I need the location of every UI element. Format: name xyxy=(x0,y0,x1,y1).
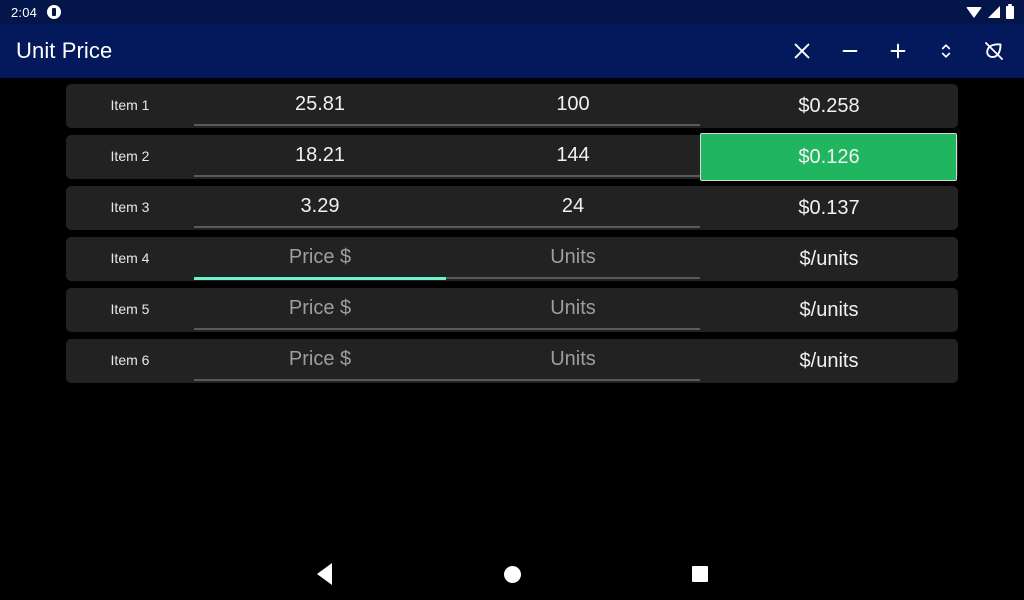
price-value: 3.29 xyxy=(300,194,340,217)
unit-price-result: $/units xyxy=(700,237,958,281)
units-placeholder: Units xyxy=(550,296,596,319)
plus-icon xyxy=(887,40,909,62)
price-input[interactable]: Price $ xyxy=(194,288,446,332)
table-row: Item 5 Price $ Units $/units xyxy=(66,288,958,332)
units-input[interactable]: Units xyxy=(446,339,700,383)
price-input-underline xyxy=(194,328,446,330)
price-input[interactable]: Price $ xyxy=(194,339,446,383)
units-value: 24 xyxy=(561,194,585,217)
units-input[interactable]: 100 xyxy=(446,84,700,128)
unit-price-value: $0.137 xyxy=(798,197,860,219)
sort-button[interactable] xyxy=(922,27,970,75)
price-input-underline xyxy=(194,379,446,381)
price-placeholder: Price $ xyxy=(288,347,352,370)
price-input-underline xyxy=(194,175,446,177)
price-input[interactable]: 18.21 xyxy=(194,135,446,179)
price-input[interactable]: 25.81 xyxy=(194,84,446,128)
table-row: Item 2 18.21 144 $0.126 xyxy=(66,133,958,181)
units-input-underline xyxy=(446,379,700,381)
price-input[interactable]: 3.29 xyxy=(194,186,446,230)
units-input-underline xyxy=(446,124,700,126)
price-input[interactable]: Price $ xyxy=(194,237,446,281)
row-label: Item 1 xyxy=(110,96,150,113)
unit-price-result: $/units xyxy=(700,339,958,383)
minus-icon xyxy=(839,40,861,62)
eco-off-button[interactable] xyxy=(970,27,1018,75)
unit-price-value: $/units xyxy=(799,248,859,270)
status-bar: 2:04 xyxy=(0,0,1024,24)
unit-price-result: $0.137 xyxy=(700,186,958,230)
table-row: Item 1 25.81 100 $0.258 xyxy=(66,84,958,128)
row-label: Item 3 xyxy=(110,198,150,215)
cell-signal-icon xyxy=(988,6,1000,18)
units-placeholder: Units xyxy=(550,347,596,370)
back-triangle-icon xyxy=(316,563,332,585)
units-input[interactable]: Units xyxy=(446,288,700,332)
recents-square-icon xyxy=(692,566,708,582)
close-icon xyxy=(791,40,813,62)
units-input[interactable]: 24 xyxy=(446,186,700,230)
unit-price-value: $0.258 xyxy=(798,95,860,117)
status-bar-left: 2:04 xyxy=(11,4,62,20)
units-input-underline xyxy=(446,277,700,279)
battery-icon xyxy=(1006,3,1014,19)
wifi-icon xyxy=(966,6,982,18)
app-bar-actions xyxy=(778,27,1018,75)
price-input-underline xyxy=(194,226,446,228)
units-input-underline xyxy=(446,226,700,228)
android-app-screen: 2:04 Unit Price Item 1 25.81 100 $0.258 … xyxy=(0,0,1024,600)
table-row: Item 6 Price $ Units $/units xyxy=(66,339,958,383)
unit-price-result: $0.258 xyxy=(700,84,958,128)
unit-price-result: $/units xyxy=(700,288,958,332)
status-bar-clock: 2:04 xyxy=(11,4,38,20)
units-input-underline xyxy=(446,328,700,330)
unit-price-value: $/units xyxy=(799,299,859,321)
units-value: 100 xyxy=(556,92,590,115)
table-row: Item 4 Price $ Units $/units xyxy=(66,237,958,281)
price-value: 18.21 xyxy=(294,143,346,166)
remove-row-button[interactable] xyxy=(826,27,874,75)
row-label: Item 4 xyxy=(110,249,150,266)
price-input-underline xyxy=(194,124,446,126)
add-row-button[interactable] xyxy=(874,27,922,75)
unit-price-result-best: $0.126 xyxy=(700,133,958,181)
row-label: Item 2 xyxy=(110,147,150,164)
row-label: Item 5 xyxy=(110,300,150,317)
unfold-more-icon xyxy=(936,41,956,61)
page-title: Unit Price xyxy=(16,38,113,63)
units-value: 144 xyxy=(556,143,590,166)
app-bar: Unit Price xyxy=(0,24,1024,78)
nav-recents-button[interactable] xyxy=(676,550,724,598)
nav-back-button[interactable] xyxy=(300,550,348,598)
unit-price-value: $0.126 xyxy=(798,146,860,168)
nav-home-button[interactable] xyxy=(488,550,536,598)
price-input-focus-underline xyxy=(194,277,446,280)
units-placeholder: Units xyxy=(550,245,596,268)
price-placeholder: Price $ xyxy=(288,245,352,268)
table-row: Item 3 3.29 24 $0.137 xyxy=(66,186,958,230)
units-input[interactable]: Units xyxy=(446,237,700,281)
row-label: Item 6 xyxy=(110,351,150,368)
unit-price-table: Item 1 25.81 100 $0.258 Item 2 18.21 144 $0.126… xyxy=(66,84,958,390)
unit-price-value: $/units xyxy=(799,350,859,372)
close-button[interactable] xyxy=(778,27,826,75)
circle-notification-icon xyxy=(47,5,62,19)
android-nav-bar xyxy=(0,548,1024,600)
price-value: 25.81 xyxy=(294,92,346,115)
price-placeholder: Price $ xyxy=(288,296,352,319)
home-circle-icon xyxy=(503,565,521,583)
units-input-underline xyxy=(446,175,700,177)
eco-off-icon xyxy=(982,39,1006,63)
status-bar-right xyxy=(966,3,1014,19)
units-input[interactable]: 144 xyxy=(446,135,700,179)
